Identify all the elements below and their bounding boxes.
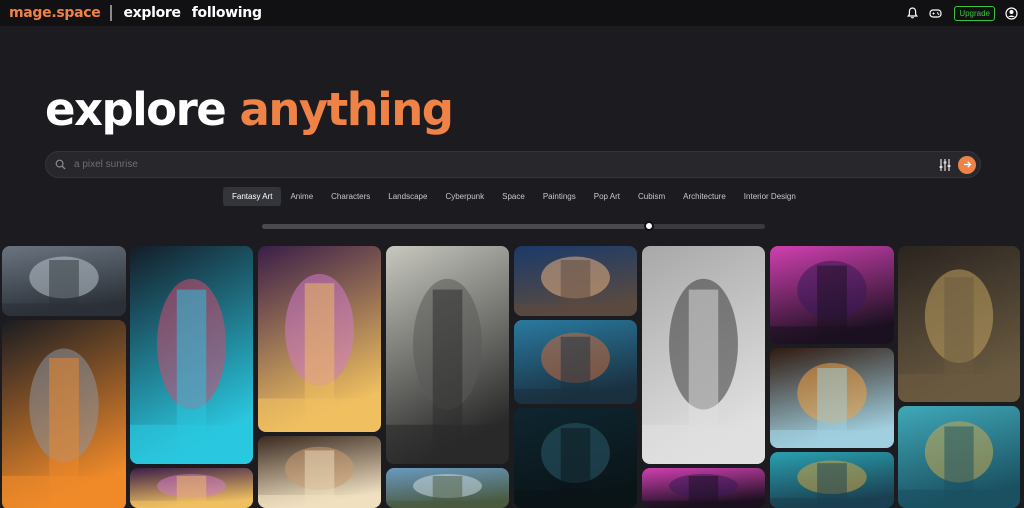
gallery-image-tile[interactable] xyxy=(642,468,765,508)
upgrade-button[interactable]: Upgrade xyxy=(954,5,995,21)
tile-futuristic-city[interactable] xyxy=(2,246,126,316)
image-gallery xyxy=(0,246,1024,508)
tile-woman-portrait[interactable] xyxy=(258,436,381,508)
category-tab-fantasy-art[interactable]: Fantasy Art xyxy=(223,187,282,206)
slider-thumb[interactable] xyxy=(644,221,655,231)
tile-portal-archway[interactable] xyxy=(258,246,381,432)
tile-dark-corridor[interactable] xyxy=(514,408,637,508)
gallery-image-tile[interactable] xyxy=(130,468,253,508)
account-icon[interactable] xyxy=(1004,6,1018,20)
category-tab-interior-design[interactable]: Interior Design xyxy=(735,187,805,206)
tile-ruined-tower[interactable] xyxy=(386,246,509,464)
nav-explore-link[interactable]: explore xyxy=(123,5,181,21)
tile-neon-street-motorbike[interactable] xyxy=(130,246,253,464)
gamepad-icon[interactable] xyxy=(928,6,942,20)
tile-steampunk-owl[interactable] xyxy=(898,246,1020,402)
headline-explore: explore xyxy=(45,83,227,136)
tile-golden-arches[interactable] xyxy=(770,452,894,508)
category-tab-architecture[interactable]: Architecture xyxy=(674,187,735,206)
search-input[interactable] xyxy=(74,159,938,170)
tile-cathedral-spire[interactable] xyxy=(386,468,509,508)
tile-lighthouse-tower-moon[interactable] xyxy=(642,246,765,464)
site-logo[interactable]: mage.space xyxy=(9,5,101,21)
nav-following-link[interactable]: following xyxy=(192,5,262,21)
filter-settings-icon[interactable] xyxy=(938,158,952,172)
arrow-right-icon xyxy=(963,161,971,168)
tile-crystal-palace[interactable] xyxy=(898,406,1020,508)
page-headline: explore anything xyxy=(45,82,454,138)
category-tab-space[interactable]: Space xyxy=(493,187,534,206)
category-tab-landscape[interactable]: Landscape xyxy=(379,187,436,206)
grid-size-slider[interactable] xyxy=(262,221,765,231)
category-tab-characters[interactable]: Characters xyxy=(322,187,379,206)
top-navigation-bar: mage.space explore following Upgrade xyxy=(0,0,1024,26)
category-tab-paintings[interactable]: Paintings xyxy=(534,187,585,206)
tile-neon-city-silhouettes[interactable] xyxy=(770,246,894,344)
category-tab-cubism[interactable]: Cubism xyxy=(629,187,674,206)
tile-space-sphere[interactable] xyxy=(514,246,637,316)
tile-fireworks-globe[interactable] xyxy=(770,348,894,448)
search-bar xyxy=(45,151,981,178)
category-tab-anime[interactable]: Anime xyxy=(281,187,322,206)
search-icon xyxy=(55,159,66,170)
nav-divider xyxy=(110,5,113,21)
bell-icon[interactable] xyxy=(905,6,919,20)
search-submit-button[interactable] xyxy=(958,155,976,174)
headline-anything: anything xyxy=(239,83,453,136)
nav-actions: Upgrade xyxy=(896,0,1018,26)
category-tabs: Fantasy Art Anime Characters Landscape Cyber… xyxy=(223,187,805,206)
tile-desert-spaceship[interactable] xyxy=(514,320,637,404)
slider-fill xyxy=(262,224,650,229)
tile-robot-headphones[interactable] xyxy=(2,320,126,508)
category-tab-pop-art[interactable]: Pop Art xyxy=(585,187,629,206)
category-tab-cyberpunk[interactable]: Cyberpunk xyxy=(436,187,493,206)
